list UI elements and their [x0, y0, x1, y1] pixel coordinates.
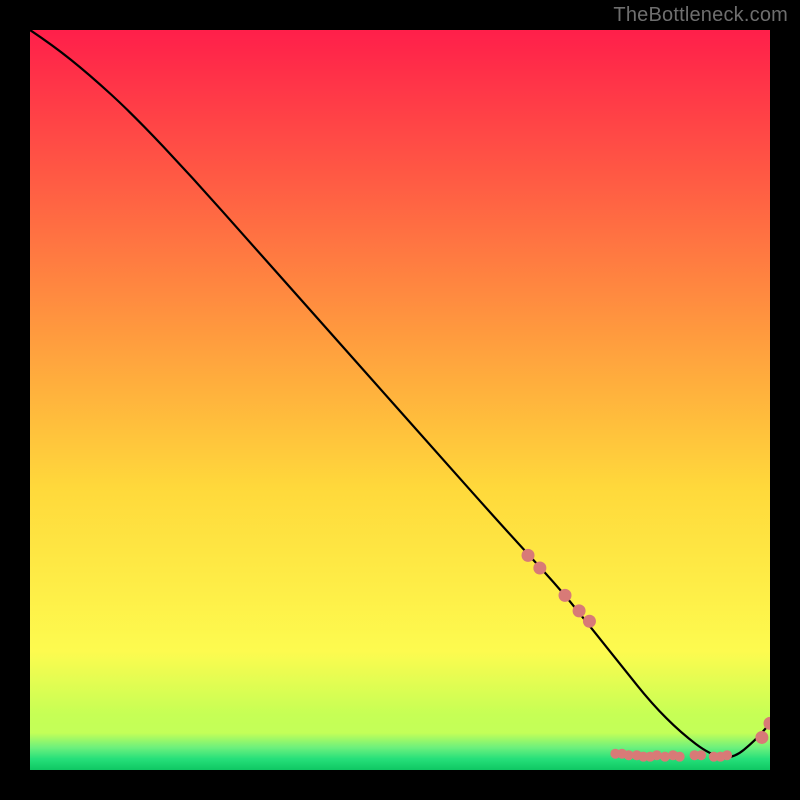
- outer-black-frame: TheBottleneck.com: [0, 0, 800, 800]
- data-point-marker: [573, 604, 586, 617]
- data-point-marker: [764, 717, 771, 730]
- data-point-marker: [533, 561, 546, 574]
- data-point-marker: [755, 731, 768, 744]
- data-point-marker: [696, 750, 706, 760]
- watermark-text: TheBottleneck.com: [613, 4, 788, 27]
- data-point-marker: [722, 750, 732, 760]
- bottleneck-curve: [30, 30, 770, 757]
- data-point-marker: [675, 752, 685, 762]
- data-markers-on-curve: [522, 549, 770, 744]
- data-point-marker: [583, 615, 596, 628]
- chart-curve-layer: [30, 30, 770, 770]
- data-point-marker: [559, 589, 572, 602]
- data-point-marker: [522, 549, 535, 562]
- chart-plot-area: [30, 30, 770, 770]
- data-markers-valley: [610, 749, 732, 762]
